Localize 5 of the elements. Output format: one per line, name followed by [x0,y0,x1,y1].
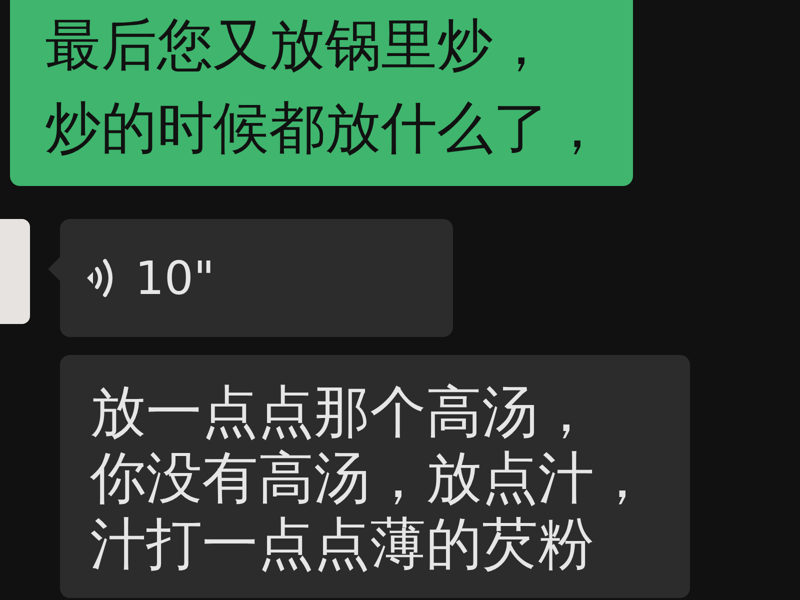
voice-duration: 10" [135,251,215,305]
message-text: 最后您又放锅里炒， 炒的时候都放什么了， [44,12,606,163]
voice-wave-icon [85,256,115,300]
voice-message-bubble[interactable]: 10" [60,219,453,337]
message-text: 放一点点那个高汤， 你没有高汤，放点汁， 汁打一点点薄的芡粉 [89,379,651,579]
